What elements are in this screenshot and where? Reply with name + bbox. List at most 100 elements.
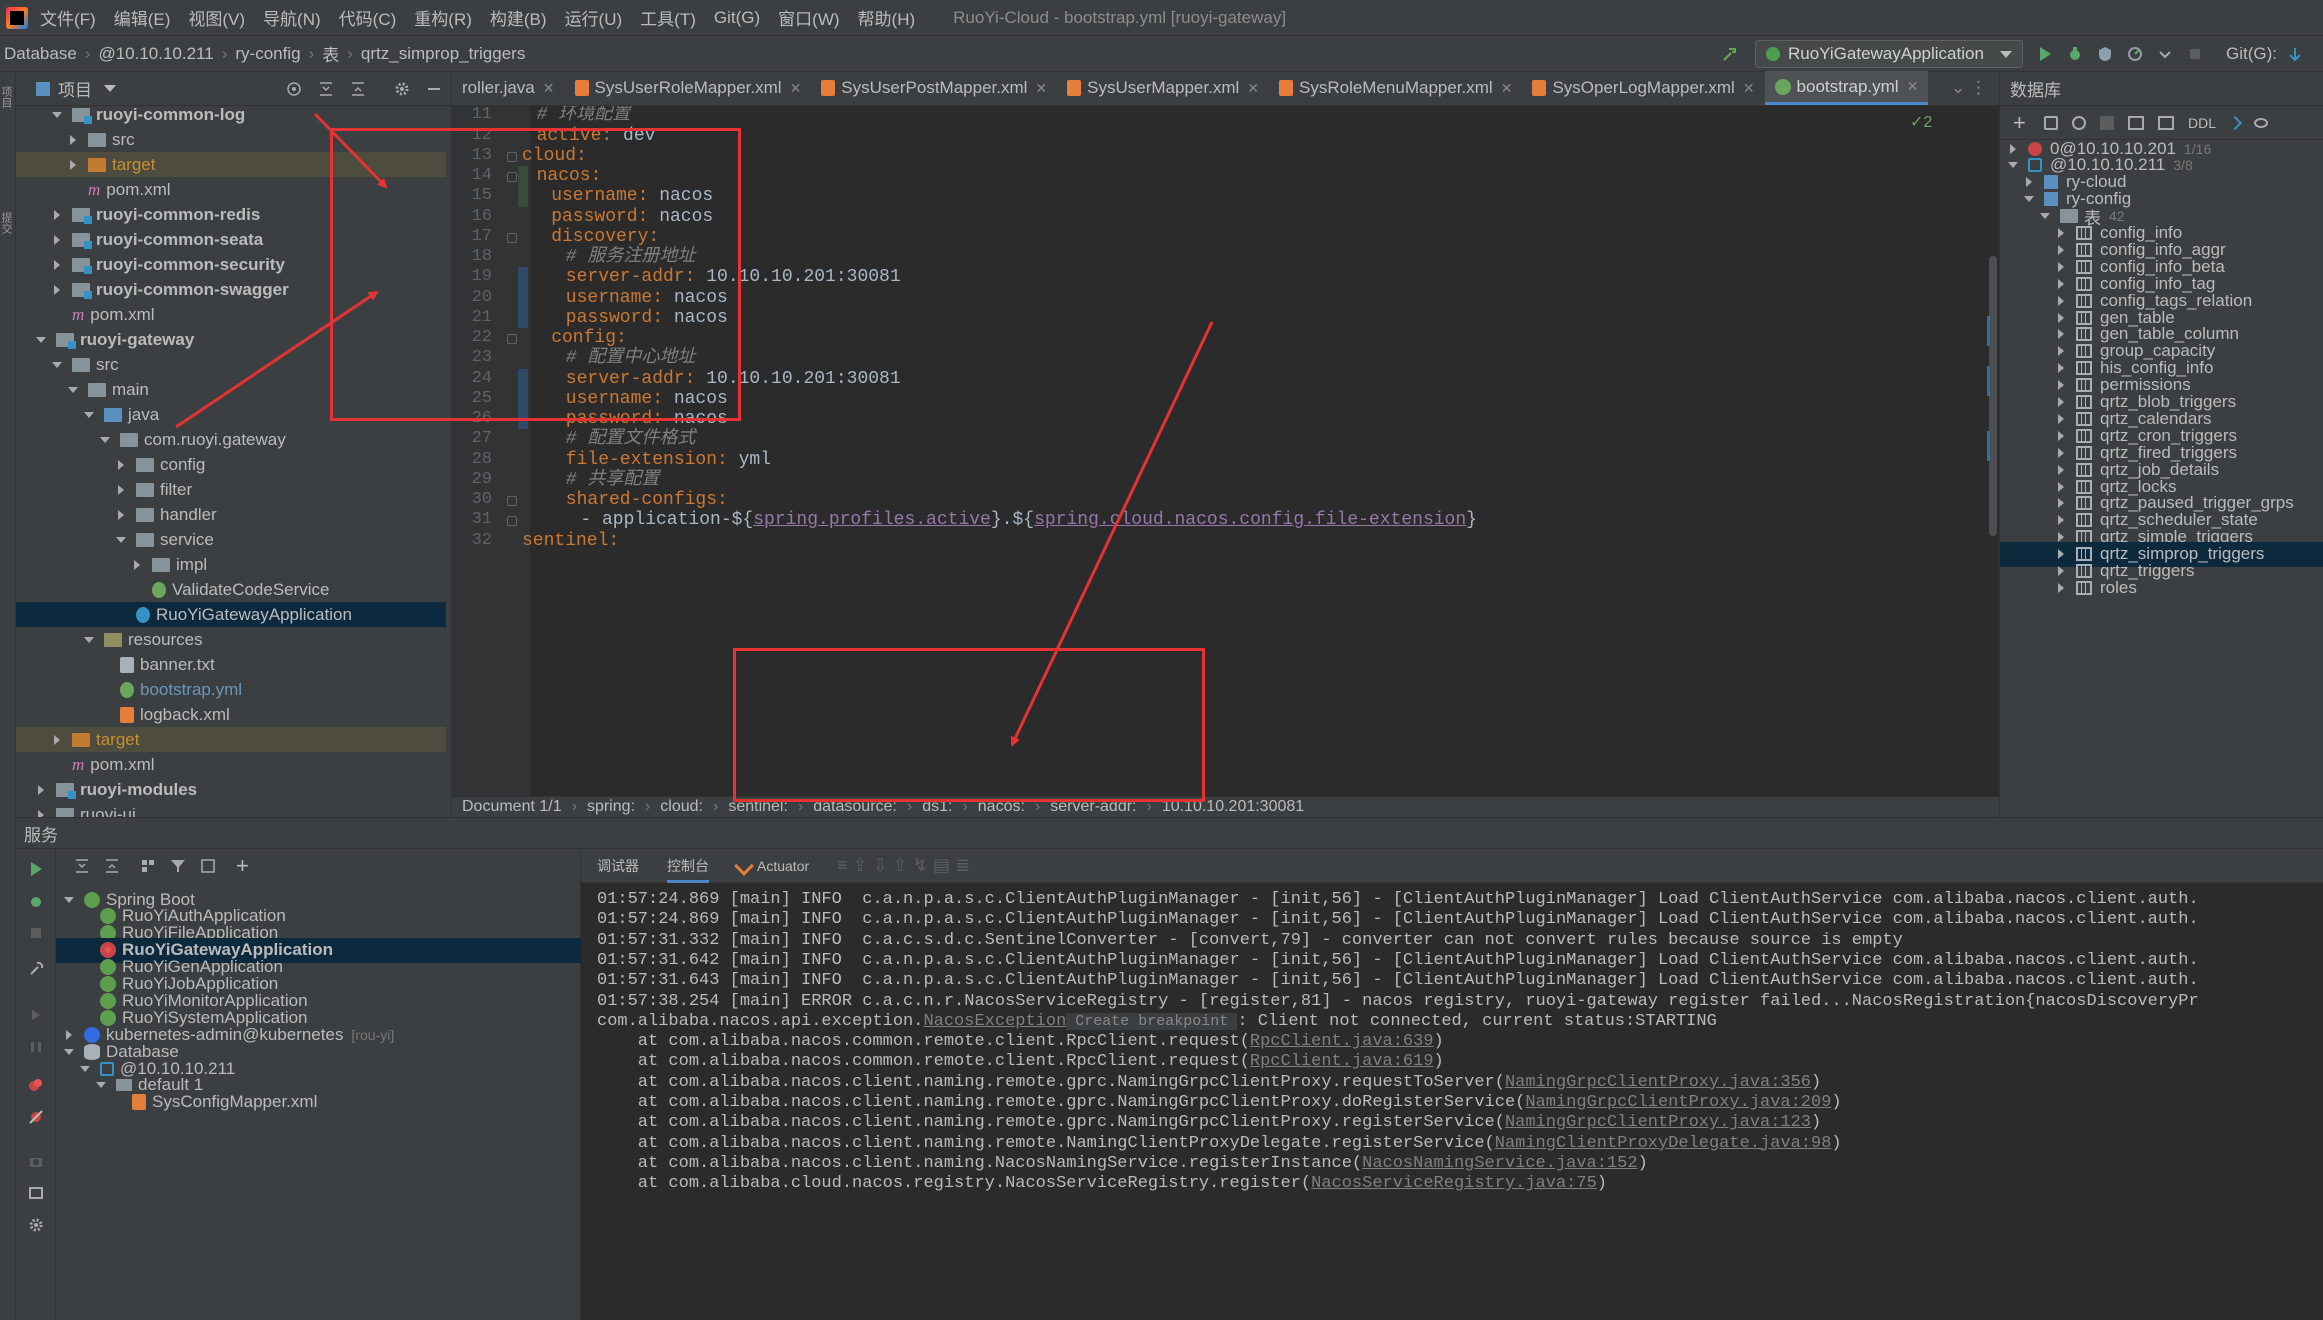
commit-tool-tab[interactable]: 提交: [0, 212, 14, 234]
expand-all-icon[interactable]: [318, 81, 334, 97]
breadcrumb-tables[interactable]: 表: [322, 41, 339, 66]
expand-all-icon[interactable]: [74, 858, 90, 874]
tree-item[interactable]: handler: [16, 502, 446, 527]
tab-roller-java[interactable]: roller.java ✕: [452, 71, 565, 105]
tree-item[interactable]: logback.xml: [16, 702, 446, 727]
menu-tools[interactable]: 工具(T): [640, 5, 696, 30]
tab-sysusermapper[interactable]: SysUserMapper.xml ✕: [1057, 71, 1269, 105]
debug-icon[interactable]: [28, 893, 44, 909]
close-icon[interactable]: ✕: [1501, 80, 1513, 97]
scrollbar-thumb[interactable]: [1989, 256, 1997, 536]
tab-sysuserpostmapper[interactable]: SysUserPostMapper.xml ✕: [811, 71, 1057, 105]
menu-help[interactable]: 帮助(H): [858, 5, 916, 30]
db-table-item[interactable]: roles: [2000, 575, 2323, 600]
breadcrumb-key[interactable]: spring:: [587, 798, 635, 816]
gear-icon[interactable]: [394, 81, 410, 97]
tree-item[interactable]: m pom.xml: [16, 752, 446, 777]
run-icon[interactable]: [28, 861, 44, 877]
breadcrumb-document[interactable]: Document 1/1: [462, 798, 562, 816]
tree-item[interactable]: ruoyi-modules: [16, 777, 446, 802]
tree-item[interactable]: resources: [16, 627, 446, 652]
refresh-icon[interactable]: [2072, 115, 2086, 130]
console-icon[interactable]: [2128, 115, 2144, 130]
more-run-options-icon[interactable]: [2157, 46, 2173, 62]
camera-icon[interactable]: [28, 1153, 44, 1169]
tree-item[interactable]: impl: [16, 552, 446, 577]
build-hammer-icon[interactable]: [1722, 46, 1738, 62]
project-tool-tab[interactable]: 项目: [0, 86, 14, 108]
collapse-all-icon[interactable]: [104, 858, 120, 874]
locate-icon[interactable]: [286, 81, 302, 97]
group-by-icon[interactable]: [140, 858, 156, 874]
breadcrumb-database[interactable]: Database: [4, 44, 77, 64]
ddl-button[interactable]: DDL: [2188, 115, 2216, 131]
tab-bootstrap-yml[interactable]: bootstrap.yml ✕: [1764, 71, 1929, 105]
stacktrace-link[interactable]: NacosServiceRegistry.java:75: [1311, 1174, 1597, 1193]
resume-icon[interactable]: [28, 1007, 44, 1023]
close-icon[interactable]: ✕: [1907, 78, 1919, 95]
stop-icon[interactable]: [2187, 46, 2203, 62]
project-panel-title[interactable]: 项目: [58, 76, 92, 101]
table-view-icon[interactable]: [2158, 115, 2174, 130]
tab-sysoperlogmapper[interactable]: SysOperLogMapper.xml ✕: [1522, 71, 1764, 105]
wrench-icon[interactable]: [28, 961, 44, 977]
breadcrumb-schema[interactable]: ry-config: [235, 44, 300, 64]
git-update-icon[interactable]: [2287, 46, 2303, 62]
close-icon[interactable]: ✕: [1743, 80, 1755, 97]
view-breakpoints-icon[interactable]: [28, 1077, 44, 1093]
filter-icon[interactable]: [170, 858, 186, 874]
tree-item[interactable]: ruoyi-common-log: [16, 106, 446, 127]
tree-item[interactable]: ValidateCodeService: [16, 577, 446, 602]
coverage-icon[interactable]: [2097, 46, 2113, 62]
pause-icon[interactable]: [28, 1039, 44, 1055]
editor-scrollbar[interactable]: [1987, 106, 1999, 796]
tree-item[interactable]: filter: [16, 477, 446, 502]
hide-panel-icon[interactable]: [426, 81, 442, 97]
breadcrumb-key[interactable]: cloud:: [660, 798, 703, 816]
disconnect-icon[interactable]: [2100, 115, 2114, 130]
menu-file[interactable]: 文件(F): [40, 5, 96, 30]
tree-item[interactable]: target: [16, 727, 446, 752]
tab-overflow-chevron-icon[interactable]: ⌄ ⋮: [1951, 71, 1987, 105]
profile-icon[interactable]: [2127, 46, 2143, 62]
tree-item[interactable]: service: [16, 527, 446, 552]
run-configuration-select[interactable]: RuoYiGatewayApplication: [1755, 40, 2023, 68]
layout-icon[interactable]: [28, 1185, 44, 1201]
menu-view[interactable]: 视图(V): [188, 5, 245, 30]
menu-refactor[interactable]: 重构(R): [414, 5, 472, 30]
tab-sysrolemenumapper[interactable]: SysRoleMenuMapper.xml ✕: [1269, 71, 1522, 105]
menu-code[interactable]: 代码(C): [339, 5, 397, 30]
fold-marker-icon[interactable]: [507, 496, 517, 506]
chevron-down-icon[interactable]: [104, 85, 116, 92]
tab-debugger[interactable]: 调试器: [597, 849, 639, 883]
menu-run[interactable]: 运行(U): [565, 5, 623, 30]
menu-window[interactable]: 窗口(W): [778, 5, 839, 30]
run-icon[interactable]: [2037, 46, 2053, 62]
breadcrumb-host[interactable]: @10.10.10.211: [98, 44, 213, 64]
close-icon[interactable]: ✕: [1247, 80, 1259, 97]
tree-item[interactable]: bootstrap.yml: [16, 677, 446, 702]
menu-git[interactable]: Git(G): [714, 8, 760, 28]
tab-console[interactable]: 控制台: [667, 849, 709, 883]
tab-sysuserrolemapper[interactable]: SysUserRoleMapper.xml ✕: [565, 71, 812, 105]
jump-to-source-icon[interactable]: [2227, 115, 2243, 130]
menu-build[interactable]: 构建(B): [490, 5, 547, 30]
view-options-icon[interactable]: [2254, 117, 2269, 128]
inspection-widget[interactable]: ✓2: [1910, 112, 1932, 132]
menu-navigate[interactable]: 导航(N): [263, 5, 321, 30]
tree-item[interactable]: banner.txt: [16, 652, 446, 677]
new-tab-icon[interactable]: [200, 858, 216, 874]
service-tree-item[interactable]: SysConfigMapper.xml: [56, 1090, 581, 1115]
mute-breakpoints-icon[interactable]: [28, 1109, 44, 1125]
breadcrumb-table[interactable]: qrtz_simprop_triggers: [361, 44, 525, 64]
add-icon[interactable]: [2012, 110, 2030, 136]
tree-item[interactable]: ruoyi-ui: [16, 802, 446, 817]
console-toolbar-icons[interactable]: ≡ ⇪ ⇩ ⇧ ↯ ▤ ≣: [837, 855, 970, 876]
menu-edit[interactable]: 编辑(E): [114, 5, 171, 30]
tree-item[interactable]: config: [16, 452, 446, 477]
gear-icon[interactable]: [28, 1217, 44, 1233]
close-icon[interactable]: ✕: [790, 80, 802, 97]
close-icon[interactable]: ✕: [1035, 80, 1047, 97]
add-service-icon[interactable]: +: [236, 855, 249, 877]
close-icon[interactable]: ✕: [543, 80, 555, 97]
